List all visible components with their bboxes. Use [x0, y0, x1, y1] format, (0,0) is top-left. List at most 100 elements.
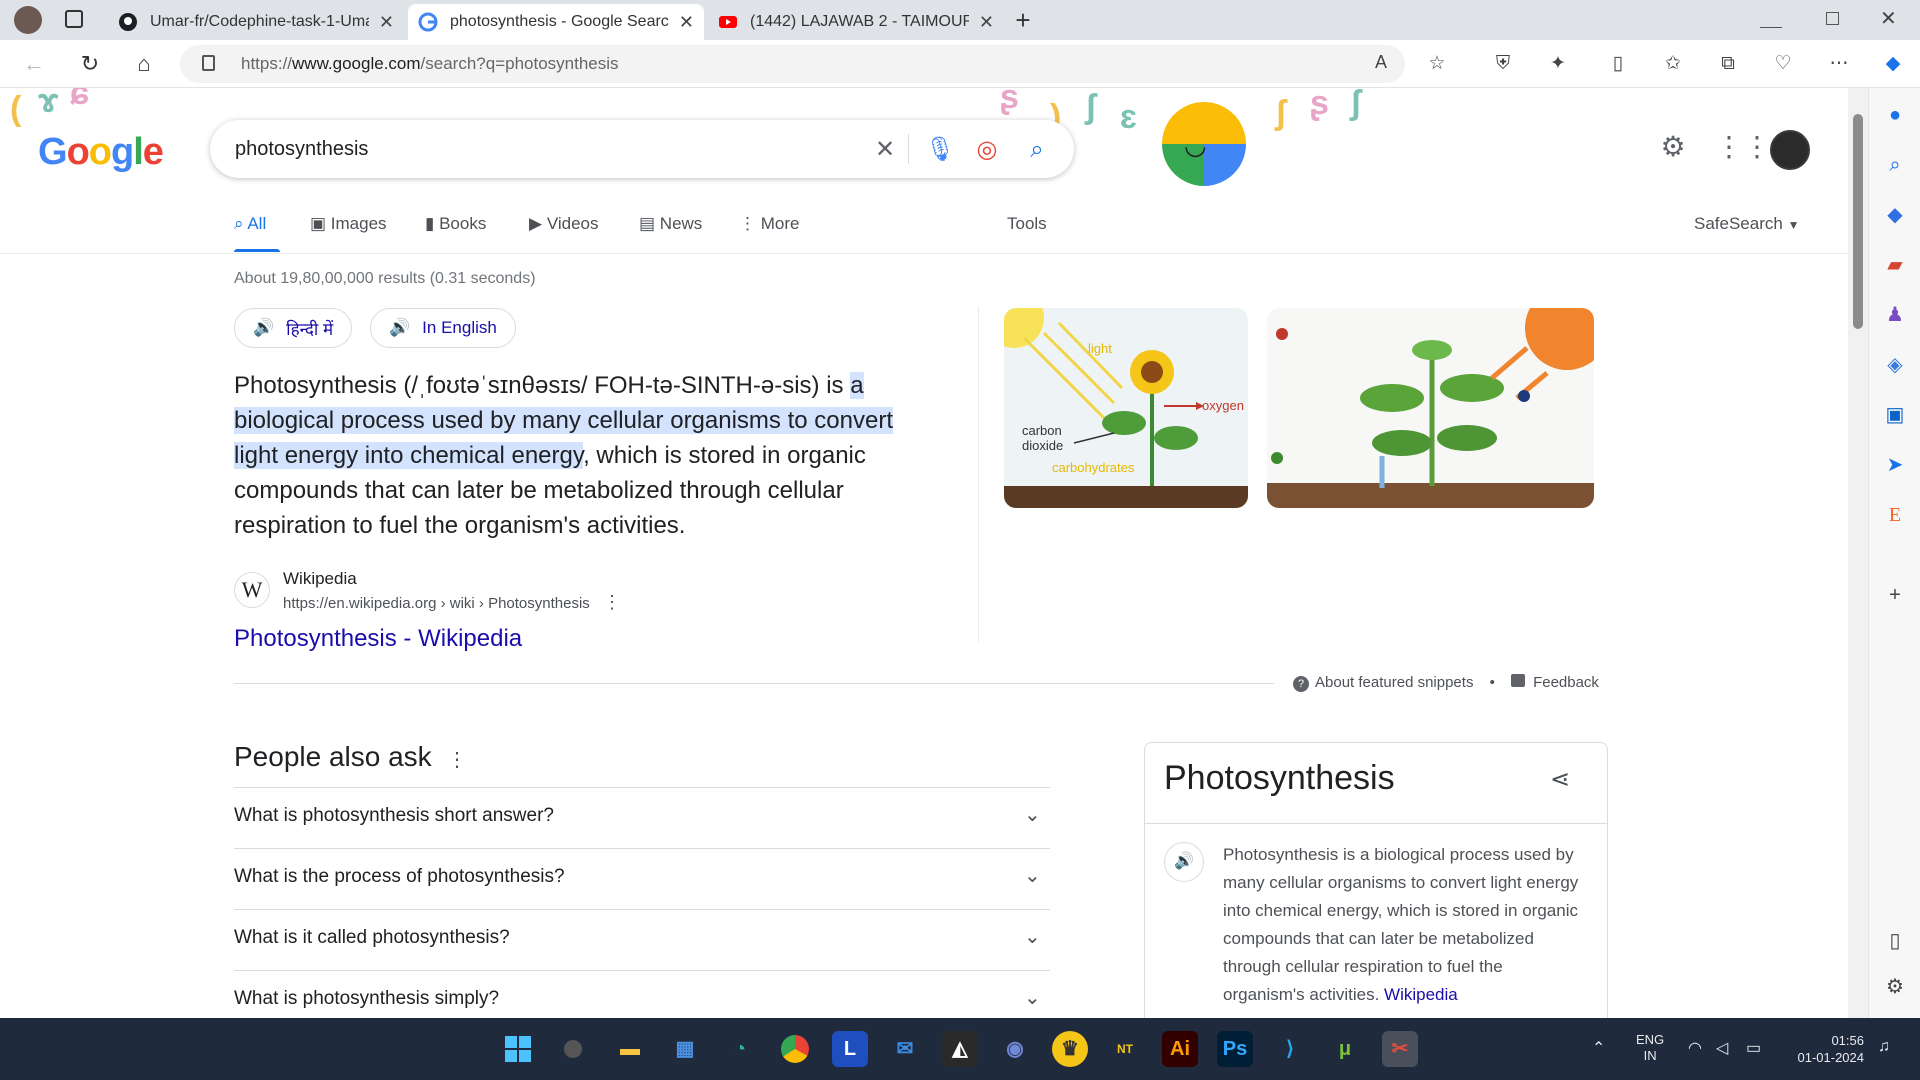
safesearch-button[interactable]: SafeSearch ▼	[1694, 214, 1799, 234]
tab-books[interactable]: ▮ Books	[425, 214, 486, 234]
tab-all[interactable]: ⌕ All	[234, 214, 266, 234]
account-avatar[interactable]	[1770, 130, 1810, 170]
collections-icon[interactable]: ⧉	[1715, 52, 1741, 76]
search-box[interactable]: photosynthesis ✕ 🎙 ◎ ⌕	[210, 120, 1074, 178]
paa-question[interactable]: What is photosynthesis short answer? ⌄	[234, 787, 1050, 848]
illustrator-icon[interactable]: Ai	[1162, 1031, 1198, 1067]
favorite-star-icon[interactable]: ☆	[1424, 52, 1450, 76]
bell-icon[interactable]: ●	[1882, 102, 1908, 128]
tab-more[interactable]: ⋮ More	[739, 214, 799, 234]
tab-github[interactable]: Umar-fr/Codephine-task-1-Umar ✕	[108, 4, 404, 40]
home-button[interactable]: ⌂	[130, 50, 158, 78]
snipping-tool-icon[interactable]: ✂	[1382, 1031, 1418, 1067]
store-icon[interactable]: ▦	[667, 1031, 703, 1067]
google-logo[interactable]: Google	[38, 131, 164, 174]
new-tab-button[interactable]: +	[1010, 5, 1036, 35]
minimize-button[interactable]	[1760, 12, 1782, 28]
windows-start-icon[interactable]	[500, 1031, 536, 1067]
result-title-link[interactable]: Photosynthesis - Wikipedia	[234, 625, 522, 653]
shield-icon[interactable]: ⛨	[1490, 52, 1516, 76]
battery-icon[interactable]: ▭	[1746, 1038, 1761, 1058]
paa-question[interactable]: What is the process of photosynthesis? ⌄	[234, 848, 1050, 909]
tab-google-search[interactable]: photosynthesis - Google Search ✕	[408, 4, 704, 40]
sidebar-toggle-icon[interactable]: ▯	[1882, 928, 1908, 954]
close-icon[interactable]: ✕	[679, 12, 694, 33]
split-screen-icon[interactable]: ▯	[1605, 52, 1631, 76]
performance-icon[interactable]: ♡	[1770, 52, 1796, 76]
refresh-button[interactable]: ↻	[76, 50, 104, 78]
more-options-icon[interactable]: ⋮	[603, 592, 621, 613]
microsoft365-icon[interactable]: ◈	[1882, 352, 1908, 378]
page-scrollbar[interactable]	[1848, 88, 1868, 1018]
lock-icon[interactable]	[202, 55, 215, 71]
send-icon[interactable]: ➤	[1882, 452, 1908, 478]
search-taskbar-icon[interactable]	[555, 1031, 591, 1067]
outlook-icon[interactable]: ▣	[1882, 402, 1908, 428]
speaker-icon[interactable]: 🔊	[1164, 842, 1204, 882]
photosynthesis-diagram-image-2[interactable]	[1267, 308, 1594, 508]
tools-icon[interactable]: ▰	[1882, 252, 1908, 278]
source-name[interactable]: Wikipedia	[283, 569, 357, 589]
source-url[interactable]: https://en.wikipedia.org › wiki › Photos…	[283, 595, 590, 612]
shopping-tag-icon[interactable]: ◆	[1882, 202, 1908, 228]
tools-button[interactable]: Tools	[1007, 214, 1047, 234]
tray-chevron-icon[interactable]: ⌃	[1592, 1038, 1605, 1058]
copilot-icon[interactable]: ◆	[1880, 52, 1906, 76]
paa-question[interactable]: What is photosynthesis simply? ⌄	[234, 970, 1050, 1018]
lens-icon[interactable]: ◎	[974, 137, 1000, 163]
settings-gear-icon[interactable]: ⚙	[1882, 974, 1908, 1000]
mail-icon[interactable]: ✉	[887, 1031, 923, 1067]
apps-grid-icon[interactable]: ⋮⋮	[1715, 132, 1771, 162]
l-app-icon[interactable]: L	[832, 1031, 868, 1067]
language-indicator[interactable]: ENG IN	[1636, 1032, 1664, 1064]
close-icon[interactable]: ✕	[979, 12, 994, 33]
king-app-icon[interactable]: ♛	[1052, 1031, 1088, 1067]
wifi-icon[interactable]: ◠	[1688, 1038, 1702, 1058]
add-icon[interactable]: +	[1882, 582, 1908, 608]
close-icon[interactable]: ✕	[379, 12, 394, 33]
tab-youtube[interactable]: (1442) LAJAWAB 2 - TAIMOUR B/ ✕	[708, 4, 1004, 40]
games-icon[interactable]: ♟	[1882, 302, 1908, 328]
restore-button[interactable]	[1826, 12, 1839, 25]
search-icon[interactable]: ⌕	[1024, 137, 1050, 163]
settings-gear-icon[interactable]: ⚙	[1658, 132, 1688, 162]
wikipedia-link[interactable]: Wikipedia	[1384, 985, 1458, 1004]
etsy-icon[interactable]: E	[1882, 502, 1908, 528]
tab-images[interactable]: ▣ Images	[310, 214, 387, 234]
address-bar[interactable]: https://www.google.com/search?q=photosyn…	[180, 45, 1405, 83]
about-snippets-link[interactable]: About featured snippets	[1315, 674, 1473, 691]
back-button[interactable]: ←	[20, 50, 48, 78]
photosynthesis-diagram-image-1[interactable]: light oxygen carbon dioxide carbohydrate…	[1004, 308, 1248, 508]
hindi-chip[interactable]: 🔊 हिन्दी में	[234, 308, 353, 348]
feedback-link[interactable]: Feedback	[1533, 674, 1599, 691]
tab-videos[interactable]: ▶ Videos	[529, 214, 599, 234]
notification-bell-icon[interactable]: ♫	[1878, 1038, 1890, 1056]
vscode-icon[interactable]: ⟩	[1272, 1031, 1308, 1067]
favorites-icon[interactable]: ✩	[1660, 52, 1686, 76]
file-explorer-icon[interactable]: ▬	[612, 1031, 648, 1067]
chrome-icon[interactable]	[777, 1031, 813, 1067]
paa-question[interactable]: What is it called photosynthesis? ⌄	[234, 909, 1050, 970]
edge-icon[interactable]: ◔	[722, 1031, 758, 1067]
more-options-icon[interactable]: ⋮	[447, 747, 467, 772]
share-icon[interactable]: ⋖	[1550, 765, 1570, 794]
search-icon[interactable]: ⌕	[1882, 152, 1908, 178]
wallpaper-app-icon[interactable]: ◭	[942, 1031, 978, 1067]
wikipedia-favicon[interactable]: W	[234, 572, 270, 608]
search-input[interactable]: photosynthesis	[235, 138, 368, 161]
clear-icon[interactable]: ✕	[872, 137, 898, 163]
more-menu-icon[interactable]: ⋯	[1826, 52, 1852, 76]
read-aloud-icon[interactable]: A	[1375, 52, 1387, 73]
esports-app-icon[interactable]: NT	[1107, 1031, 1143, 1067]
clock[interactable]: 01:56 01-01-2024	[1788, 1032, 1865, 1066]
utorrent-icon[interactable]: μ	[1327, 1031, 1363, 1067]
doodle-image[interactable]: ◡	[1162, 102, 1246, 186]
tab-news[interactable]: ▤ News	[639, 214, 702, 234]
scroll-thumb[interactable]	[1853, 114, 1863, 329]
microphone-icon[interactable]: 🎙	[925, 137, 955, 163]
photoshop-icon[interactable]: Ps	[1217, 1031, 1253, 1067]
profile-avatar[interactable]	[14, 6, 42, 34]
tab-actions-icon[interactable]	[65, 10, 83, 28]
discord-icon[interactable]: ◉	[997, 1031, 1033, 1067]
extensions-icon[interactable]: ✦	[1545, 52, 1571, 76]
